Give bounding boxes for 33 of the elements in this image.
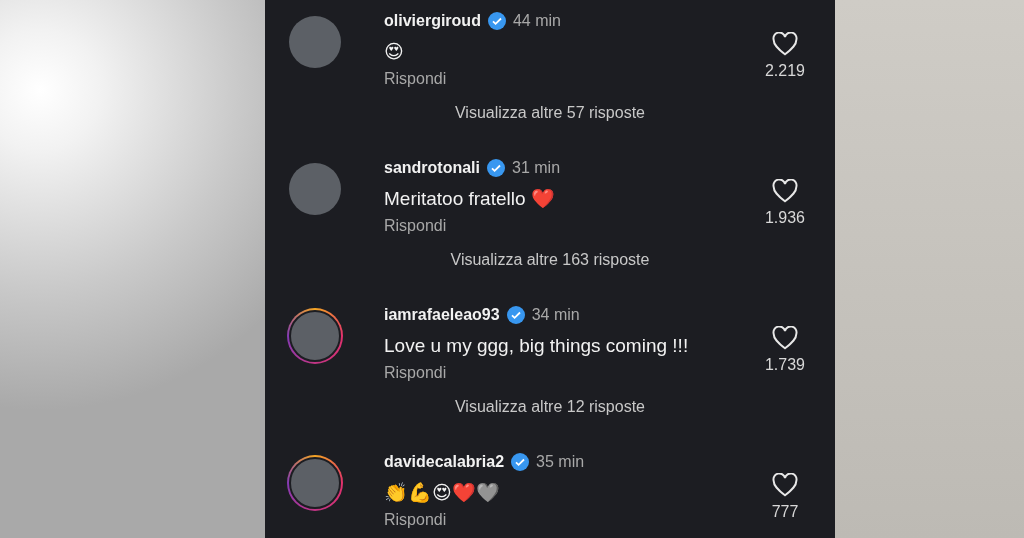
comment-time: 34 min — [531, 306, 580, 324]
comment-text: Meritatoo fratello ❤ — [384, 187, 556, 211]
view-replies-link[interactable]: Visualizza altre 12 risposte — [455, 398, 645, 416]
username[interactable]: sandrotonali — [384, 159, 480, 177]
comment-text: 😍 — [384, 40, 405, 64]
avatar[interactable] — [289, 16, 341, 68]
heart-icon[interactable] — [772, 179, 798, 203]
heart-icon[interactable] — [772, 326, 798, 350]
verified-badge-icon — [511, 453, 530, 471]
comment-time: 44 min — [512, 12, 561, 30]
username[interactable]: iamrafaeleao93 — [384, 306, 500, 324]
comment-time: 35 min — [536, 453, 585, 471]
reply-link[interactable]: Rispondi — [384, 217, 447, 235]
comment-text: 👏💪😍❤🩶 — [384, 481, 501, 505]
avatar[interactable] — [289, 163, 341, 215]
view-replies-link[interactable]: Visualizza altre 57 risposte — [455, 104, 645, 122]
like-count: 2.219 — [764, 62, 805, 80]
like-count: 777 — [771, 503, 799, 521]
heart-icon[interactable] — [772, 32, 798, 56]
reply-link[interactable]: Rispondi — [384, 511, 447, 529]
verified-badge-icon — [487, 159, 505, 177]
comment-time: 31 min — [512, 159, 561, 177]
reply-link[interactable]: Rispondi — [384, 364, 447, 382]
like-count: 1.739 — [764, 356, 805, 374]
verified-badge-icon — [487, 12, 506, 30]
like-count: 1.936 — [764, 209, 805, 227]
username[interactable]: davidecalabria2 — [384, 453, 505, 471]
heart-icon[interactable] — [772, 473, 798, 497]
view-replies-link[interactable]: Visualizza altre 163 risposte — [450, 251, 650, 269]
comment-text: Love u my ggg, big things coming !!! — [384, 334, 690, 358]
username[interactable]: oliviergiroud — [384, 12, 481, 30]
reply-link[interactable]: Rispondi — [384, 70, 447, 88]
verified-badge-icon — [506, 306, 525, 324]
